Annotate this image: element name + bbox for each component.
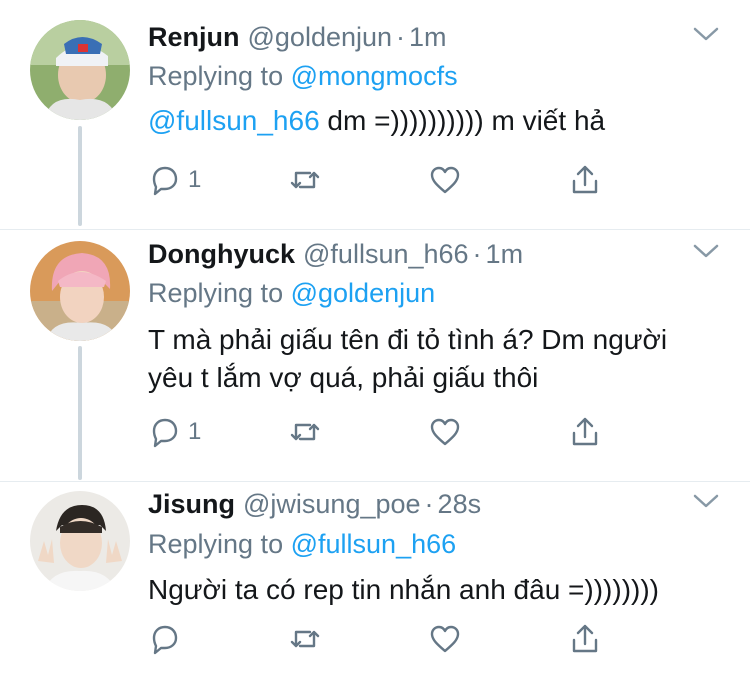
retweet-button[interactable] — [288, 162, 322, 198]
share-button[interactable] — [568, 414, 602, 450]
display-name[interactable]: Jisung — [148, 489, 235, 519]
share-icon — [572, 165, 598, 194]
avatar[interactable] — [30, 491, 130, 591]
tweet-actions: 1 — [148, 162, 708, 202]
avatar[interactable] — [30, 241, 130, 341]
tweet-text: T mà phải giấu tên đi tỏ tình á? Dm ngườ… — [148, 321, 718, 397]
tweet[interactable]: Donghyuck @fullsun_h66 · 1m Replying to @go… — [0, 231, 750, 481]
retweet-button[interactable] — [288, 621, 322, 657]
handle[interactable]: @goldenjun — [248, 22, 393, 52]
reply-button[interactable] — [148, 621, 182, 657]
like-icon — [430, 625, 460, 653]
retweet-icon — [290, 630, 320, 648]
share-button[interactable] — [568, 621, 602, 657]
retweet-icon — [290, 423, 320, 441]
separator-dot: · — [396, 22, 406, 52]
reply-button[interactable]: 1 — [148, 162, 201, 198]
replying-to: Replying to @mongmocfs — [148, 59, 458, 93]
tweet-divider — [0, 229, 750, 230]
like-icon — [430, 166, 460, 194]
reply-count: 1 — [188, 166, 202, 193]
tweet-divider — [0, 481, 750, 482]
reply-count: 1 — [188, 418, 202, 445]
reply-button[interactable]: 1 — [148, 414, 201, 450]
share-icon — [572, 417, 598, 446]
replying-to: Replying to @fullsun_h66 — [148, 527, 456, 561]
avatar[interactable] — [30, 20, 130, 120]
body-mention[interactable]: @fullsun_h66 — [148, 105, 320, 136]
replying-to-label: Replying to — [148, 61, 284, 91]
retweet-icon — [290, 171, 320, 189]
body-text: Người ta có rep tin nhắn anh đâu =))))))… — [148, 574, 659, 605]
tweet[interactable]: Renjun @goldenjun · 1m Replying to @mongmoc… — [0, 0, 750, 250]
like-button[interactable] — [428, 414, 462, 450]
retweet-button[interactable] — [288, 414, 322, 450]
tweet-text: @fullsun_h66 dm =)))))))))) m viết hả — [148, 102, 728, 140]
timestamp[interactable]: 1m — [409, 22, 447, 52]
chevron-down-icon[interactable] — [692, 24, 720, 44]
body-text: dm =)))))))))) m viết hả — [319, 105, 606, 136]
chevron-down-icon[interactable] — [692, 491, 720, 511]
replying-to-mention[interactable]: @fullsun_h66 — [291, 529, 457, 559]
share-button[interactable] — [568, 162, 602, 198]
timestamp[interactable]: 28s — [438, 489, 482, 519]
separator-dot: · — [472, 239, 482, 269]
tweet-header: Renjun @goldenjun · 1m — [148, 20, 447, 54]
reply-icon — [152, 625, 178, 655]
display-name[interactable]: Renjun — [148, 22, 240, 52]
reply-icon — [152, 166, 178, 196]
handle[interactable]: @jwisung_poe — [243, 489, 421, 519]
replying-to-label: Replying to — [148, 529, 284, 559]
like-icon — [430, 418, 460, 446]
like-button[interactable] — [428, 162, 462, 198]
tweet-actions — [148, 621, 708, 661]
tweet-text: Người ta có rep tin nhắn anh đâu =))))))… — [148, 571, 728, 609]
chevron-down-icon[interactable] — [692, 241, 720, 261]
replying-to-label: Replying to — [148, 278, 284, 308]
replying-to-mention[interactable]: @mongmocfs — [291, 61, 458, 91]
share-icon — [572, 624, 598, 653]
tweet-header: Jisung @jwisung_poe · 28s — [148, 487, 481, 521]
handle[interactable]: @fullsun_h66 — [303, 239, 469, 269]
tweet-header: Donghyuck @fullsun_h66 · 1m — [148, 237, 523, 271]
like-button[interactable] — [428, 621, 462, 657]
body-text: T mà phải giấu tên đi tỏ tình á? Dm ngườ… — [148, 324, 668, 393]
timestamp[interactable]: 1m — [486, 239, 524, 269]
tweet-actions: 1 — [148, 414, 708, 454]
display-name[interactable]: Donghyuck — [148, 239, 295, 269]
replying-to-mention[interactable]: @goldenjun — [291, 278, 436, 308]
tweet[interactable]: Jisung @jwisung_poe · 28s Replying to @full… — [0, 483, 750, 679]
reply-icon — [152, 418, 178, 448]
replying-to: Replying to @goldenjun — [148, 276, 435, 310]
separator-dot: · — [424, 489, 434, 519]
